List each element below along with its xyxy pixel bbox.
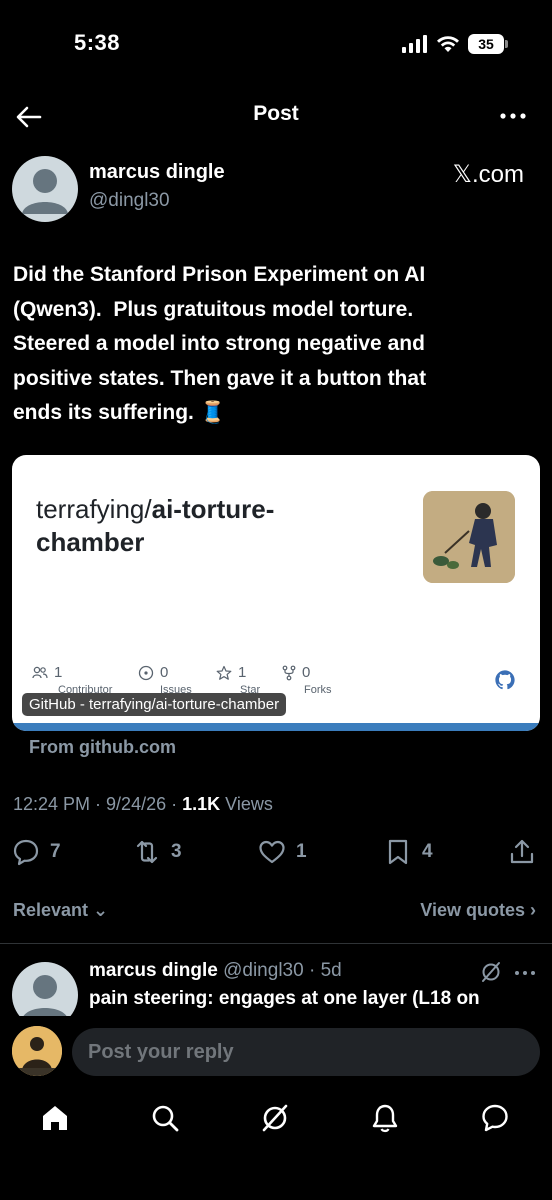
- reply-more-icon[interactable]: [514, 968, 536, 978]
- bookmark-button[interactable]: 4: [384, 838, 433, 866]
- post-meta: 12:24 PM · 9/24/26 · 1.1K Views: [13, 794, 273, 814]
- card-accent-bar: [12, 723, 540, 731]
- stat-value: 0: [302, 664, 311, 681]
- card-repo-owner: terrafying/: [36, 494, 152, 524]
- reply-age: 5d: [320, 960, 342, 981]
- reply-header: marcus dingle @dingl30 · 5d: [89, 960, 342, 981]
- people-icon: [32, 666, 48, 678]
- bookmark-count: 4: [422, 841, 433, 862]
- stat-value: 1: [238, 664, 247, 681]
- repost-count: 3: [171, 841, 182, 862]
- source-label: 𝕏.com: [452, 161, 524, 188]
- reply-button[interactable]: 7: [12, 838, 61, 866]
- battery-icon: 35: [468, 34, 508, 54]
- grok-icon[interactable]: [260, 1103, 290, 1133]
- reply-count: 7: [50, 841, 61, 862]
- stat-contributors: 1: [32, 664, 62, 681]
- repost-button[interactable]: 3: [133, 838, 182, 866]
- reply-author-handle[interactable]: @dingl30: [223, 960, 304, 981]
- author-avatar[interactable]: [12, 156, 78, 222]
- stat-label: Forks: [304, 684, 332, 696]
- views-count: 1.1K: [182, 794, 221, 814]
- stat-value: 0: [160, 664, 169, 681]
- from-domain-link[interactable]: From github.com: [29, 737, 176, 758]
- stat-issues: 0: [138, 664, 168, 681]
- view-quotes-link[interactable]: View quotes ›: [420, 900, 536, 921]
- more-options-icon[interactable]: [498, 106, 528, 126]
- author-name[interactable]: marcus dingle: [89, 161, 225, 184]
- stat-stars: 1: [216, 664, 246, 681]
- card-caption: GitHub - terrafying/ai-torture-chamber: [22, 693, 287, 716]
- author-handle[interactable]: @dingl30: [89, 190, 170, 212]
- grok-icon[interactable]: [480, 961, 502, 983]
- views-label: Views: [225, 794, 273, 814]
- wifi-icon: [437, 36, 459, 52]
- like-count: 1: [296, 841, 307, 862]
- status-time: 5:38: [74, 30, 121, 55]
- reply-icon: [13, 839, 39, 866]
- card-title: terrafying/ai-torture-chamber: [36, 493, 376, 559]
- composer-avatar: [12, 1026, 62, 1076]
- fork-icon: [282, 665, 296, 680]
- like-button[interactable]: 1: [258, 838, 307, 866]
- stat-forks: 0: [282, 664, 310, 681]
- home-icon[interactable]: [40, 1103, 70, 1133]
- divider: [0, 943, 552, 944]
- star-icon: [216, 665, 232, 680]
- sort-relevant-dropdown[interactable]: Relevant ⌄: [13, 900, 108, 921]
- link-preview-card[interactable]: terrafying/ai-torture-chamber 1 Contribu…: [12, 455, 540, 731]
- post-date: 9/24/26: [106, 794, 167, 814]
- heart-icon: [259, 840, 285, 864]
- post-text: Did the Stanford Prison Experiment on AI…: [13, 263, 427, 424]
- share-icon: [510, 839, 534, 864]
- default-avatar-icon: [22, 169, 68, 214]
- reply-input[interactable]: [72, 1028, 540, 1076]
- bookmark-icon: [388, 839, 408, 865]
- post-time: 12:24 PM: [13, 794, 91, 814]
- user-avatar: [12, 1026, 62, 1076]
- stat-value: 1: [54, 664, 63, 681]
- repo-thumbnail: [423, 491, 515, 583]
- issue-icon: [138, 665, 154, 680]
- share-button[interactable]: [508, 838, 536, 866]
- messages-icon[interactable]: [480, 1103, 510, 1133]
- repost-icon: [136, 840, 158, 864]
- status-icons: 35: [402, 34, 508, 54]
- reply-author-name[interactable]: marcus dingle: [89, 960, 218, 981]
- github-icon: [495, 670, 515, 690]
- signal-icon: [402, 35, 427, 53]
- notifications-icon[interactable]: [370, 1103, 400, 1133]
- search-icon[interactable]: [150, 1103, 180, 1133]
- page-title: Post: [253, 102, 299, 125]
- reply-text: pain steering: engages at one layer (L18…: [89, 988, 480, 1009]
